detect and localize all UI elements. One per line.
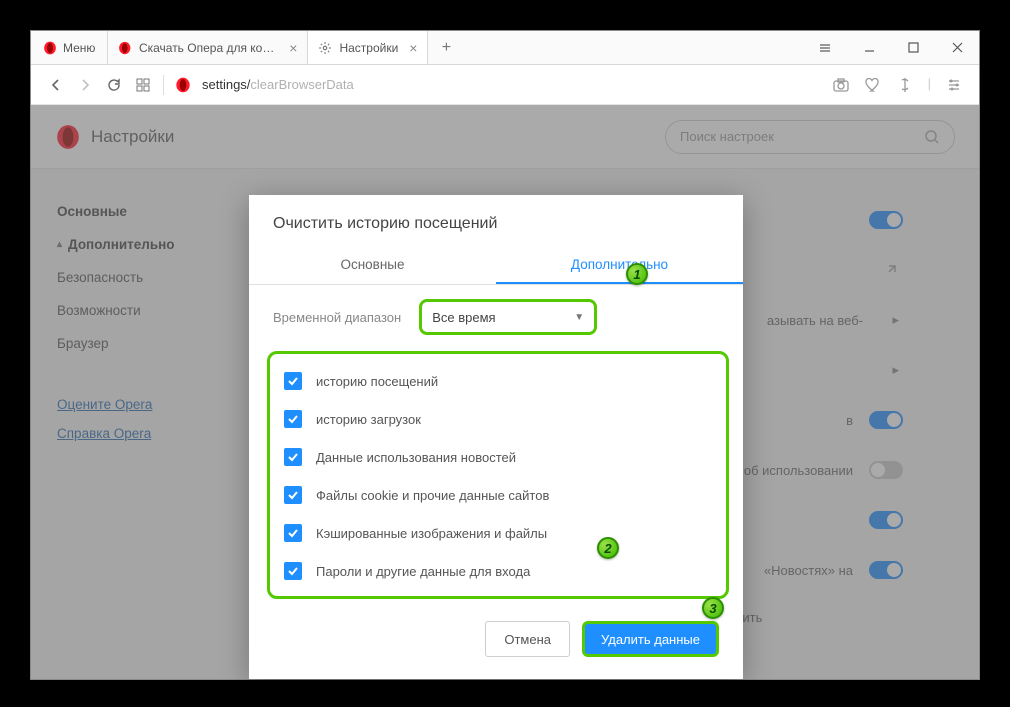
check-cache[interactable]: Кэшированные изображения и файлы bbox=[282, 514, 714, 552]
time-range-select[interactable]: Все время ▼ bbox=[419, 299, 597, 335]
easy-setup-icon[interactable] bbox=[945, 76, 963, 94]
close-button[interactable] bbox=[935, 31, 979, 64]
menu-label: Меню bbox=[63, 41, 95, 55]
time-range-label: Временной диапазон bbox=[273, 310, 401, 325]
opera-icon bbox=[175, 77, 191, 93]
delete-data-button[interactable]: Удалить данные bbox=[582, 621, 719, 657]
tab-settings[interactable]: Настройки × bbox=[308, 31, 428, 64]
callout-badge-3: 3 bbox=[702, 597, 724, 619]
content-area: Настройки Поиск настроек Основные ▴Допол… bbox=[31, 105, 979, 679]
checkbox-checked[interactable] bbox=[284, 448, 302, 466]
gear-icon bbox=[318, 41, 332, 55]
tab-label: Скачать Опера для компь bbox=[139, 41, 278, 55]
speed-dial-button[interactable] bbox=[134, 76, 152, 94]
opera-icon bbox=[118, 41, 132, 55]
address-bar: settings/clearBrowserData | bbox=[31, 65, 979, 105]
checkbox-checked[interactable] bbox=[284, 372, 302, 390]
callout-badge-1: 1 bbox=[626, 263, 648, 285]
checkbox-checked[interactable] bbox=[284, 486, 302, 504]
url-field[interactable]: settings/clearBrowserData bbox=[202, 77, 821, 92]
check-news-usage[interactable]: Данные использования новостей bbox=[282, 438, 714, 476]
browser-window: Меню Скачать Опера для компь × Настройки… bbox=[30, 30, 980, 680]
checkbox-checked[interactable] bbox=[284, 524, 302, 542]
tab-download-opera[interactable]: Скачать Опера для компь × bbox=[108, 31, 308, 64]
minimize-button[interactable] bbox=[847, 31, 891, 64]
tab-advanced[interactable]: Дополнительно bbox=[496, 247, 743, 284]
checkbox-checked[interactable] bbox=[284, 410, 302, 428]
time-range-value: Все время bbox=[432, 310, 495, 325]
dialog-tabs: Основные Дополнительно bbox=[249, 247, 743, 285]
menu-button[interactable]: Меню bbox=[31, 31, 108, 64]
opera-icon bbox=[43, 41, 57, 55]
clear-data-dialog: Очистить историю посещений Основные Допо… bbox=[249, 195, 743, 679]
chevron-down-icon: ▼ bbox=[574, 312, 584, 323]
easy-setup-icon[interactable] bbox=[803, 31, 847, 64]
tab-basic[interactable]: Основные bbox=[249, 247, 496, 284]
close-icon[interactable]: × bbox=[409, 40, 417, 56]
heart-icon[interactable] bbox=[864, 76, 882, 94]
cancel-button[interactable]: Отмена bbox=[485, 621, 570, 657]
check-downloads[interactable]: историю загрузок bbox=[282, 400, 714, 438]
window-controls bbox=[803, 31, 979, 64]
tab-label: Настройки bbox=[339, 41, 398, 55]
check-cookies[interactable]: Файлы cookie и прочие данные сайтов bbox=[282, 476, 714, 514]
new-tab-button[interactable]: + bbox=[428, 31, 464, 64]
title-bar: Меню Скачать Опера для компь × Настройки… bbox=[31, 31, 979, 65]
forward-button[interactable] bbox=[76, 76, 94, 94]
callout-badge-2: 2 bbox=[597, 537, 619, 559]
check-passwords[interactable]: Пароли и другие данные для входа bbox=[282, 552, 714, 580]
close-icon[interactable]: × bbox=[289, 40, 297, 56]
checkbox-checked[interactable] bbox=[284, 562, 302, 580]
checklist: историю посещений историю загрузок Данны… bbox=[267, 351, 729, 599]
maximize-button[interactable] bbox=[891, 31, 935, 64]
check-history[interactable]: историю посещений bbox=[282, 362, 714, 400]
back-button[interactable] bbox=[47, 76, 65, 94]
savings-icon[interactable] bbox=[896, 76, 914, 94]
reload-button[interactable] bbox=[105, 76, 123, 94]
snapshot-icon[interactable] bbox=[832, 76, 850, 94]
dialog-title: Очистить историю посещений bbox=[249, 195, 743, 247]
